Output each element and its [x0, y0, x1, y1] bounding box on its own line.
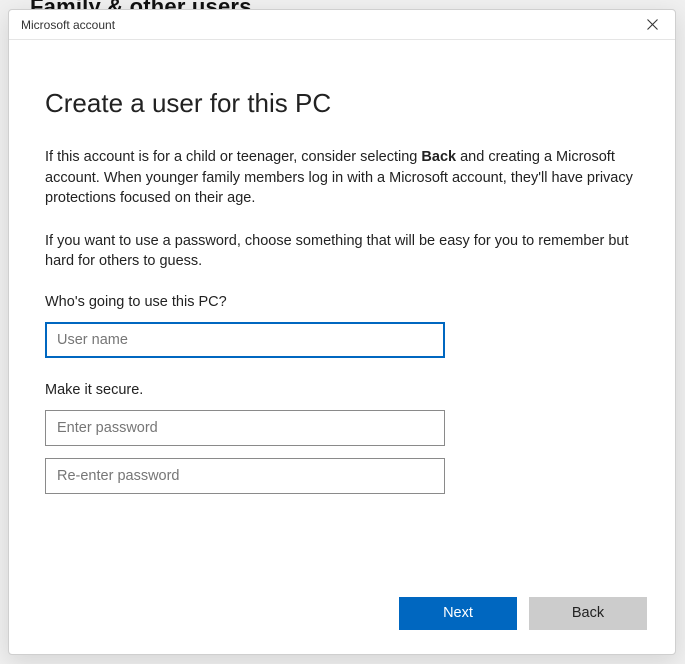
- back-button[interactable]: Back: [529, 597, 647, 630]
- username-section-label: Who's going to use this PC?: [45, 294, 639, 310]
- close-button[interactable]: [637, 13, 667, 37]
- close-icon: [647, 19, 658, 30]
- info-paragraph-1: If this account is for a child or teenag…: [45, 147, 639, 209]
- page-title: Create a user for this PC: [45, 88, 639, 119]
- account-dialog: Microsoft account Create a user for this…: [8, 9, 676, 655]
- confirm-password-input[interactable]: [45, 458, 445, 494]
- password-section-label: Make it secure.: [45, 382, 639, 398]
- dialog-footer: Next Back: [9, 586, 675, 654]
- titlebar: Microsoft account: [9, 10, 675, 40]
- next-button[interactable]: Next: [399, 597, 517, 630]
- back-word-bold: Back: [421, 149, 456, 165]
- window-title: Microsoft account: [21, 18, 637, 32]
- password-input[interactable]: [45, 410, 445, 446]
- info-paragraph-2: If you want to use a password, choose so…: [45, 231, 639, 272]
- info-text-1a: If this account is for a child or teenag…: [45, 149, 421, 165]
- username-input[interactable]: [45, 322, 445, 358]
- dialog-content: Create a user for this PC If this accoun…: [9, 40, 675, 586]
